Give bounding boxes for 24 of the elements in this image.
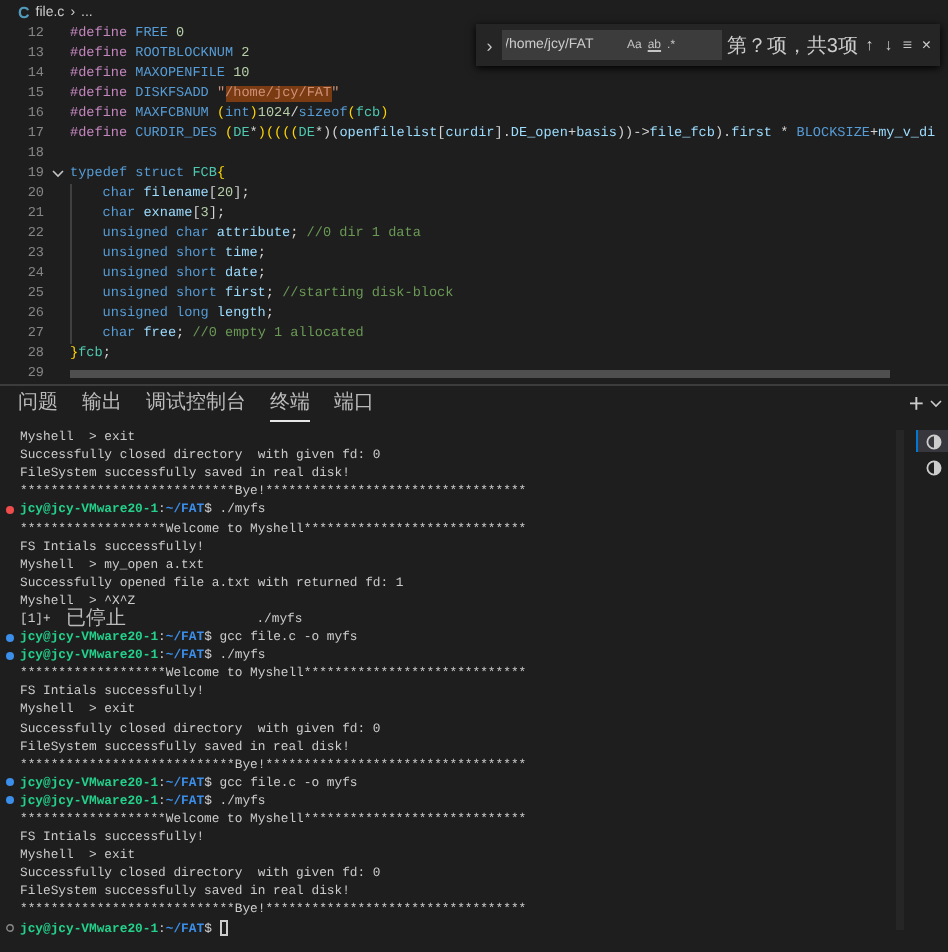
- chevron-down-icon[interactable]: [51, 170, 63, 178]
- match-count: 第？项，共3项: [726, 33, 858, 59]
- text-cursor: [219, 920, 228, 937]
- status-dot[interactable]: [6, 778, 14, 787]
- new-terminal-button[interactable]: +: [908, 388, 924, 420]
- panel-tab[interactable]: 调试控制台: [146, 386, 246, 422]
- status-dot[interactable]: [6, 505, 14, 514]
- status-dot[interactable]: [6, 633, 14, 642]
- terminal-instance-tab[interactable]: [916, 430, 948, 452]
- circle-icon[interactable]: [6, 924, 14, 933]
- find-in-selection-button[interactable]: ≡: [899, 36, 915, 54]
- panel-tab[interactable]: 输出: [82, 386, 122, 422]
- close-button[interactable]: ×: [918, 36, 934, 54]
- status-dot[interactable]: [6, 796, 14, 805]
- horizontal-scrollbar[interactable]: [70, 370, 890, 378]
- c-file-icon: C: [18, 3, 30, 21]
- panel-tab[interactable]: 终端: [270, 386, 310, 422]
- previous-match-button[interactable]: ↑: [861, 36, 877, 54]
- toggle-replace-button[interactable]: ›: [482, 35, 497, 55]
- status-dot[interactable]: [6, 651, 14, 660]
- next-match-button[interactable]: ↓: [880, 36, 896, 54]
- panel-tab[interactable]: 问题: [18, 386, 58, 422]
- chevron-down-icon[interactable]: [930, 400, 942, 408]
- panel-tab[interactable]: 端口: [334, 386, 374, 422]
